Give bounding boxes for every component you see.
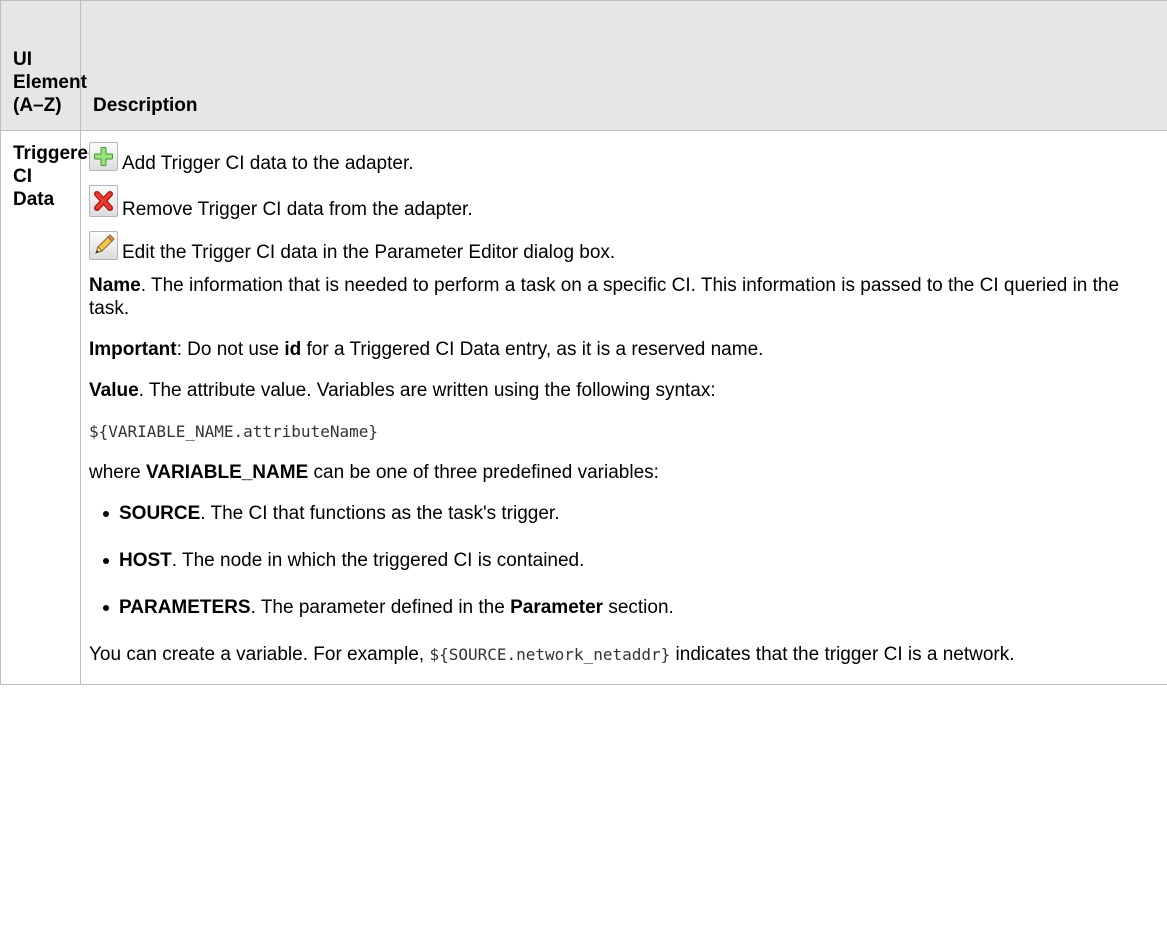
parameter-section-ref: Parameter (510, 597, 604, 618)
header-description: Description (80, 0, 1167, 131)
edit-action-line: Edit the Trigger CI data in the Paramete… (89, 231, 1157, 263)
where-var: VARIABLE_NAME (146, 462, 309, 483)
edit-action-text: Edit the Trigger CI data in the Paramete… (122, 242, 616, 263)
important-paragraph: Important: Do not use id for a Triggered… (89, 338, 1157, 361)
remove-icon[interactable] (89, 185, 118, 217)
create-code: ${SOURCE.network_netaddr} (429, 645, 671, 664)
variable-source-desc: . The CI that functions as the task's tr… (200, 503, 560, 524)
remove-action-text: Remove Trigger CI data from the adapter. (122, 199, 473, 220)
where-pre: where (89, 462, 147, 483)
value-paragraph: Value. The attribute value. Variables ar… (89, 379, 1157, 402)
list-item: PARAMETERS. The parameter defined in the… (103, 596, 1157, 619)
create-variable-paragraph: You can create a variable. For example, … (89, 643, 1157, 666)
edit-icon[interactable] (89, 231, 118, 260)
create-post: indicates that the trigger CI is a netwo… (670, 644, 1015, 665)
name-text: . The information that is needed to perf… (89, 275, 1120, 319)
value-text: . The attribute value. Variables are wri… (138, 380, 716, 401)
remove-action-line: Remove Trigger CI data from the adapter. (89, 185, 1157, 220)
variable-parameters-after: section. (603, 597, 674, 618)
value-label: Value (89, 380, 139, 401)
important-post: for a Triggered CI Data entry, as it is … (301, 339, 764, 360)
important-id: id (284, 339, 302, 360)
name-label: Name (89, 275, 141, 296)
variable-parameters-desc: . The parameter defined in the (250, 597, 511, 618)
variable-source: SOURCE (119, 503, 201, 524)
ui-element-name: Triggered CI Data (0, 130, 100, 685)
table-header-row: UI Element (A–Z) Description (0, 0, 1167, 131)
add-action-line: Add Trigger CI data to the adapter. (89, 142, 1157, 174)
variable-host: HOST (119, 550, 172, 571)
add-icon[interactable] (89, 142, 118, 171)
variable-parameters: PARAMETERS (119, 597, 251, 618)
table-row: Triggered CI Data Add Trigger CI data to… (0, 130, 1167, 685)
reference-table: UI Element (A–Z) Description Triggered C… (0, 0, 1167, 685)
variables-list: SOURCE. The CI that functions as the tas… (89, 502, 1157, 619)
list-item: HOST. The node in which the triggered CI… (103, 549, 1157, 572)
syntax-line: ${VARIABLE_NAME.attributeName} (89, 420, 1157, 443)
description-cell: Add Trigger CI data to the adapter. Remo… (80, 130, 1167, 685)
syntax-code: ${VARIABLE_NAME.attributeName} (89, 422, 378, 441)
where-post: can be one of three predefined variables… (308, 462, 659, 483)
important-pre: : Do not use (176, 339, 285, 360)
variable-host-desc: . The node in which the triggered CI is … (171, 550, 585, 571)
name-paragraph: Name. The information that is needed to … (89, 274, 1157, 320)
header-ui-element: UI Element (A–Z) (0, 0, 87, 131)
list-item: SOURCE. The CI that functions as the tas… (103, 502, 1157, 525)
important-label: Important (89, 339, 177, 360)
create-pre: You can create a variable. For example, (89, 644, 430, 665)
add-action-text: Add Trigger CI data to the adapter. (122, 153, 414, 174)
where-paragraph: where VARIABLE_NAME can be one of three … (89, 461, 1157, 484)
